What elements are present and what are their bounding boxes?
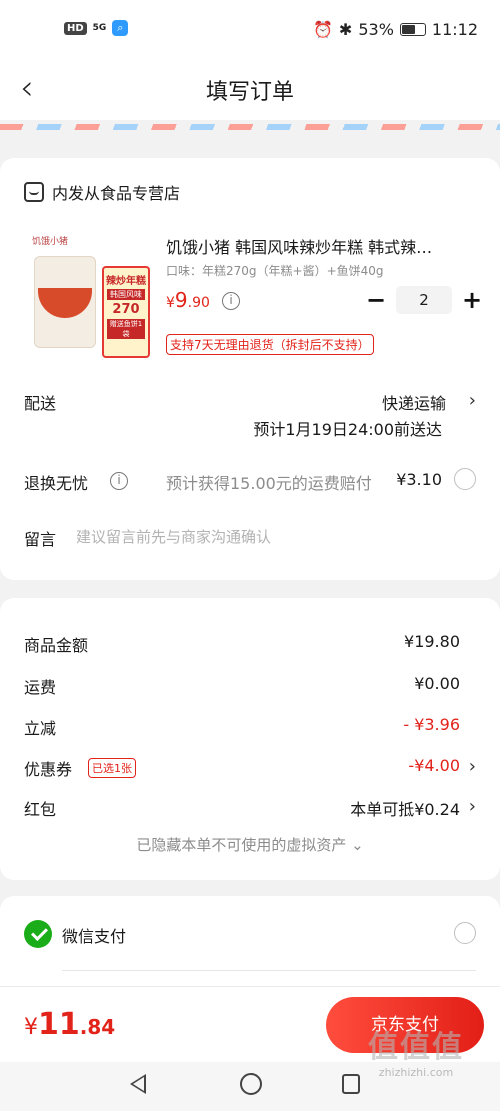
shipping-value: ¥0.00 — [414, 674, 460, 693]
insurance-label: 退换无忧 — [24, 474, 89, 493]
product-image-logo: 饥饿小猪 — [32, 237, 69, 247]
product-box-illustration: 辣炒年糕 韩国风味 270 赠送鱼饼1袋 — [102, 266, 150, 358]
total-integer: 11 — [38, 1007, 80, 1042]
discount-label: 立减 — [24, 719, 57, 738]
alarm-icon: ⏰ — [313, 20, 333, 39]
system-home-icon[interactable] — [240, 1073, 262, 1095]
decrease-button[interactable]: − — [366, 286, 386, 314]
discount-value: - ¥3.96 — [403, 715, 460, 734]
product-box-text: 辣炒年糕 — [106, 276, 146, 287]
product-box-text: 赠送鱼饼1袋 — [107, 319, 145, 339]
order-item-card: 内发从食品专营店 饥饿小猪 辣炒年糕 韩国风味 270 赠送鱼饼1袋 饥饿小猪 … — [0, 158, 500, 580]
product-spec[interactable]: 口味：年糕270g（年糕+酱）+鱼饼40g — [166, 262, 384, 279]
app-search-icon: ⌕ — [112, 20, 129, 36]
insurance-info-icon[interactable]: i — [110, 472, 128, 490]
return-policy-badge: 支持7天无理由退货（拆封后不支持） — [166, 334, 374, 355]
insurance-radio[interactable] — [454, 468, 476, 490]
note-input[interactable]: 建议留言前先与商家沟通确认 — [76, 526, 271, 547]
wechat-pay-label[interactable]: 微信支付 — [62, 923, 126, 947]
battery-percent: 53% — [358, 20, 394, 39]
price-currency: ¥ — [166, 295, 175, 311]
battery-icon — [399, 23, 426, 36]
insurance-price: ¥3.10 — [396, 470, 442, 489]
nav-bar: ‹ 填写订单 — [0, 62, 500, 120]
clock: 11:12 — [431, 20, 478, 39]
redpacket-label: 红包 — [24, 800, 57, 819]
price-info-icon[interactable]: i — [222, 292, 240, 310]
product-price: ¥9.90 — [166, 288, 210, 312]
product-image[interactable]: 饥饿小猪 辣炒年糕 韩国风味 270 赠送鱼饼1袋 — [24, 228, 154, 358]
total-decimal: .84 — [79, 1015, 116, 1039]
price-integer: 9 — [174, 288, 188, 312]
coupon-chevron-icon[interactable]: › — [469, 756, 476, 777]
watermark-logo: 值值值 — [368, 1030, 464, 1065]
shipping-label: 运费 — [24, 678, 57, 697]
delivery-method[interactable]: 快递运输 — [382, 390, 446, 414]
delivery-label: 配送 — [24, 394, 57, 413]
increase-button[interactable]: + — [462, 286, 482, 314]
goods-amount-value: ¥19.80 — [404, 632, 460, 651]
wechat-pay-icon — [24, 920, 52, 948]
hd-icon: HD — [64, 21, 87, 35]
quantity-value[interactable]: 2 — [396, 286, 452, 314]
price-summary-card: 商品金额 ¥19.80 运费 ¥0.00 立减 - ¥3.96 优惠券 已选1张… — [0, 598, 500, 880]
store-row[interactable]: 内发从食品专营店 — [24, 180, 180, 204]
price-decimal: .90 — [187, 295, 210, 311]
hidden-assets-toggle[interactable]: 已隐藏本单不可使用的虚拟资产 ⌄ — [0, 834, 500, 855]
insurance-description: 预计获得15.00元的运费赔付 — [166, 474, 372, 493]
watermark: 值值值 zhizhizhi.com — [346, 1022, 486, 1079]
product-box-text: 韩国风味 — [107, 289, 145, 300]
delivery-chevron-icon[interactable]: › — [469, 390, 476, 411]
goods-amount-label: 商品金额 — [24, 636, 89, 655]
note-label: 留言 — [24, 530, 57, 549]
redpacket-value[interactable]: 本单可抵¥0.24 — [350, 796, 460, 820]
status-bar: HD 5G ⌕ ⏰ ✱ 53% 11:12 — [0, 0, 500, 62]
store-icon — [24, 182, 44, 202]
watermark-text: zhizhizhi.com — [378, 1066, 454, 1079]
coupon-label: 优惠券 — [24, 760, 73, 779]
coupon-value[interactable]: -¥4.00 — [408, 756, 460, 775]
coupon-selected-badge: 已选1张 — [88, 758, 136, 778]
store-name: 内发从食品专营店 — [52, 184, 181, 203]
redpacket-chevron-icon[interactable]: › — [469, 796, 476, 817]
bluetooth-icon: ✱ — [338, 20, 353, 39]
status-right: ⏰ ✱ 53% 11:12 — [313, 20, 478, 39]
total-currency: ¥ — [24, 1015, 38, 1040]
product-title[interactable]: 饥饿小猪 韩国风味辣炒年糕 韩式辣… — [166, 234, 476, 258]
status-left: HD 5G ⌕ — [64, 20, 129, 36]
product-box-text: 270 — [112, 302, 140, 317]
quantity-stepper: − 2 + — [366, 286, 482, 314]
order-total: ¥11.84 — [24, 1007, 115, 1042]
page-title: 填写订单 — [205, 80, 294, 105]
delivery-eta: 预计1月19日24:00前送达 — [253, 420, 442, 439]
airmail-stripe — [0, 120, 500, 140]
system-back-icon[interactable] — [130, 1074, 146, 1094]
signal-5g-icon: 5G — [92, 22, 107, 33]
wechat-pay-radio[interactable] — [454, 922, 476, 944]
divider — [62, 970, 476, 971]
